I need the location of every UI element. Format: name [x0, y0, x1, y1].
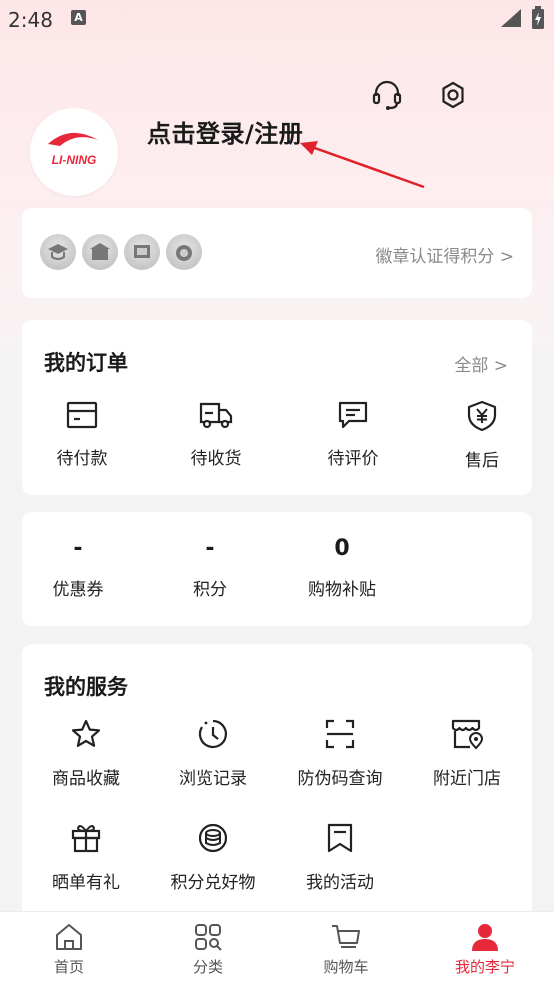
- person-icon: [472, 924, 498, 951]
- status-bar: 2:48 A: [0, 0, 554, 38]
- service-history[interactable]: 浏览记录: [153, 718, 273, 789]
- badge-icon: [124, 234, 160, 270]
- subsidy-label: 购物补贴: [308, 580, 376, 600]
- tab-home[interactable]: 首页: [0, 912, 138, 977]
- coupons-stat[interactable]: - 优惠券: [13, 536, 143, 600]
- assets-card: - 优惠券 - 积分 0 购物补贴: [22, 512, 532, 626]
- order-after-sales[interactable]: 售后: [422, 400, 542, 471]
- service-label: 防伪码查询: [297, 769, 383, 789]
- service-label: 我的活动: [306, 873, 374, 893]
- wallet-icon: [66, 401, 98, 429]
- bottom-tab-bar: 首页 分类 购物车 我的李宁: [0, 911, 554, 985]
- shield-yen-icon: [467, 400, 497, 432]
- order-pending-payment[interactable]: 待付款: [22, 400, 142, 469]
- order-label: 售后: [465, 451, 499, 471]
- store-icon: [451, 719, 484, 750]
- service-share-gift[interactable]: 晒单有礼: [26, 822, 146, 893]
- coins-icon: [198, 823, 228, 853]
- cart-icon: [332, 925, 360, 948]
- points-value: -: [205, 536, 215, 561]
- shopping-subsidy-stat[interactable]: 0 购物补贴: [277, 536, 407, 600]
- service-favorites[interactable]: 商品收藏: [26, 718, 146, 789]
- badge-icon: [40, 234, 76, 270]
- home-icon: [56, 924, 82, 950]
- scan-icon: [325, 719, 355, 749]
- svg-text:LI-NING: LI-NING: [52, 153, 97, 167]
- tab-category[interactable]: 分类: [139, 912, 277, 977]
- category-icon: [195, 924, 222, 951]
- annotation-arrow: [300, 141, 425, 189]
- service-label: 附近门店: [433, 769, 501, 789]
- badge-icon: [82, 234, 118, 270]
- tab-label: 首页: [53, 958, 84, 976]
- orders-all-link[interactable]: 全部 >: [454, 351, 508, 376]
- tab-label: 我的李宁: [454, 958, 515, 976]
- orders-title: 我的订单: [44, 351, 128, 375]
- subsidy-value: 0: [334, 536, 350, 561]
- clock-icon: [198, 719, 228, 749]
- services-card: 我的服务 商品收藏 浏览记录 防伪码查询 附近门店 晒单有礼 积分兑好物 我的活…: [22, 644, 532, 924]
- order-label: 待收货: [190, 449, 242, 469]
- tab-cart[interactable]: 购物车: [277, 912, 415, 977]
- service-label: 商品收藏: [52, 769, 120, 789]
- service-label: 积分兑好物: [170, 873, 256, 893]
- star-icon: [71, 719, 101, 747]
- truck-icon: [199, 402, 233, 429]
- badge-icon: [166, 234, 202, 270]
- signal-icon: [501, 9, 521, 27]
- tab-label: 分类: [192, 958, 223, 976]
- order-pending-review[interactable]: 待评价: [293, 400, 413, 469]
- service-points-redeem[interactable]: 积分兑好物: [153, 822, 273, 893]
- tab-my-lining[interactable]: 我的李宁: [416, 912, 554, 977]
- service-anti-counterfeit[interactable]: 防伪码查询: [280, 718, 400, 789]
- comment-icon: [338, 401, 368, 429]
- avatar[interactable]: LI-NING: [30, 108, 118, 196]
- order-label: 待付款: [56, 449, 108, 469]
- brand-logo: LI-NING: [48, 132, 98, 167]
- gift-icon: [71, 825, 101, 853]
- orders-card: 我的订单 全部 > 待付款 待收货 待评价 售后: [22, 320, 532, 495]
- service-nearby-stores[interactable]: 附近门店: [407, 718, 527, 789]
- points-stat[interactable]: - 积分: [145, 536, 275, 600]
- status-time: 2:48: [8, 8, 53, 32]
- battery-icon: [532, 6, 544, 29]
- tab-label: 购物车: [323, 958, 369, 976]
- login-register-link[interactable]: 点击登录/注册: [147, 114, 303, 149]
- badges-card[interactable]: 徽章认证得积分 >: [22, 208, 532, 298]
- customer-service-icon[interactable]: [372, 80, 402, 112]
- coupons-label: 优惠券: [52, 580, 104, 600]
- service-label: 晒单有礼: [52, 873, 120, 893]
- bookmark-icon: [327, 823, 353, 853]
- order-pending-receipt[interactable]: 待收货: [156, 400, 276, 469]
- service-label: 浏览记录: [179, 769, 247, 789]
- settings-icon[interactable]: [438, 80, 468, 112]
- services-title: 我的服务: [44, 675, 128, 699]
- service-my-activities[interactable]: 我的活动: [280, 822, 400, 893]
- points-label: 积分: [193, 580, 227, 600]
- order-label: 待评价: [327, 449, 379, 469]
- coupons-value: -: [73, 536, 83, 561]
- badge-points-link[interactable]: 徽章认证得积分 >: [375, 242, 514, 267]
- notification-icon: A: [71, 10, 86, 25]
